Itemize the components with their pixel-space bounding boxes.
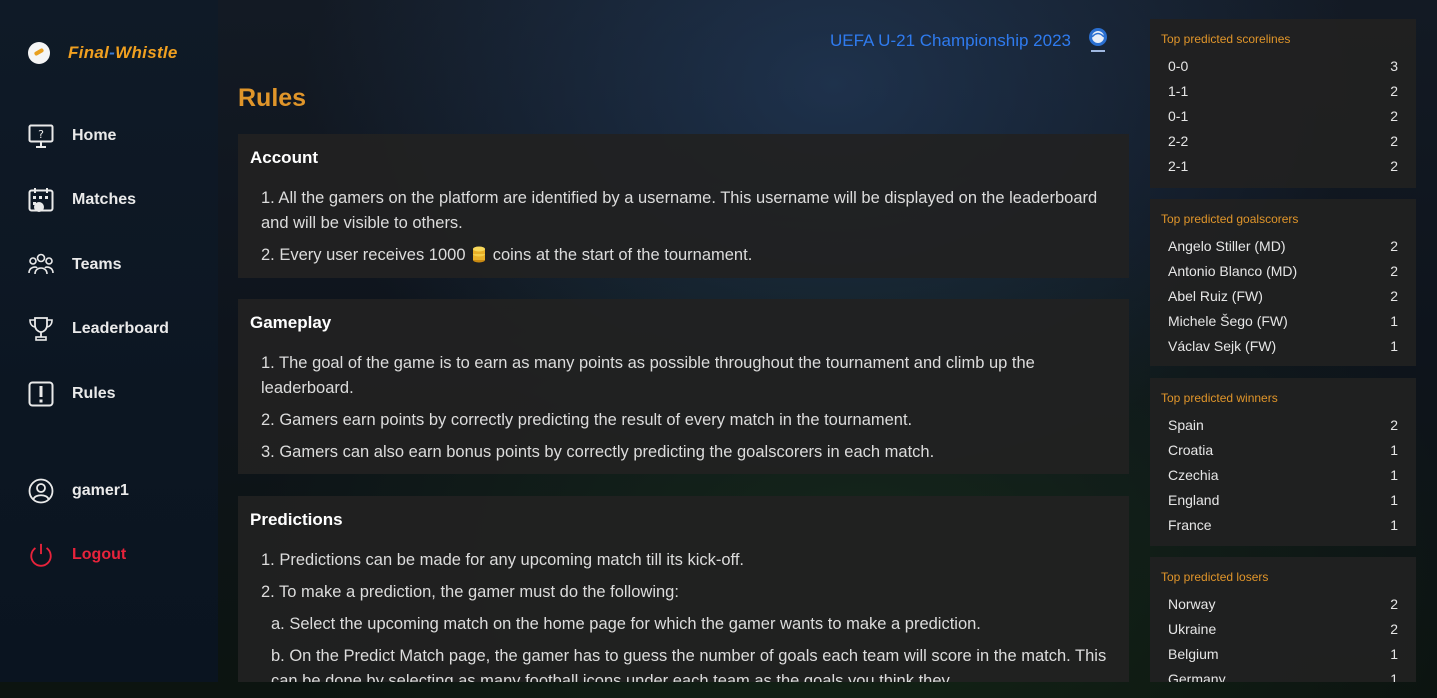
section-title: Predictions	[250, 510, 343, 529]
user-circle-icon	[28, 478, 54, 504]
section-predictions: Predictions 1. Predictions can be made f…	[238, 496, 1129, 682]
panel-top-goalscorers: Top predicted goalscorers Angelo Stiller…	[1150, 199, 1416, 366]
section-account: Account 1. All the gamers on the platfor…	[238, 134, 1129, 278]
panel-title: Top predicted losers	[1161, 570, 1269, 584]
nav-item-home[interactable]: ? Home	[28, 123, 116, 149]
nav-label-home: Home	[72, 127, 117, 144]
list-item: Spain 2	[1168, 417, 1398, 433]
nav-label-logout: Logout	[72, 546, 127, 563]
list-item: 1. Predictions can be made for any upcom…	[261, 551, 744, 569]
panel-top-losers: Top predicted losers Norway 2 Ukraine 2 Be…	[1150, 557, 1416, 682]
list-item: Abel Ruiz (FW) 2	[1168, 288, 1398, 304]
list-item: 2-1 2	[1168, 158, 1398, 174]
nav-label-teams: Teams	[72, 256, 122, 273]
list-item: 3. Gamers can also earn bonus points by …	[261, 443, 935, 461]
section-title: Account	[250, 148, 318, 167]
list-item: 2. Gamers earn points by correctly predi…	[261, 411, 913, 429]
list-item: 2-2 2	[1168, 133, 1398, 149]
sidebar: Final-Whistle ? Home Matches Teams Leade…	[0, 0, 218, 682]
rules-list: 1. The goal of the game is to earn as ma…	[250, 351, 1117, 465]
list-item: England 1	[1168, 492, 1398, 508]
list-item: 0-0 3	[1168, 58, 1398, 74]
tournament-title[interactable]: UEFA U-21 Championship 2023	[830, 31, 1071, 51]
whistle-icon	[28, 42, 50, 64]
nav-label-matches: Matches	[72, 191, 137, 208]
list-item: b. On the Predict Match page, the gamer …	[271, 647, 1107, 682]
nav-item-matches[interactable]: Matches	[28, 187, 136, 213]
list-item: Norway 2	[1168, 596, 1398, 612]
list-item: 1-1 2	[1168, 83, 1398, 99]
section-gameplay: Gameplay 1. The goal of the game is to e…	[238, 299, 1129, 474]
list-item: Croatia 1	[1168, 442, 1398, 458]
page-title: Rules	[238, 84, 307, 112]
list-item: Germany 1	[1168, 671, 1398, 682]
nav-label-user: gamer1	[72, 482, 129, 499]
viewport: Final-Whistle ? Home Matches Teams Leade…	[0, 0, 1437, 682]
list-item: 2. Every user receives 1000 coins at the…	[261, 245, 753, 264]
list-item: Václav Sejk (FW) 1	[1168, 338, 1398, 354]
list-item: Ukraine 2	[1168, 621, 1398, 637]
list-item: 1. The goal of the game is to earn as ma…	[261, 354, 1035, 397]
exclamation-box-icon	[28, 381, 54, 407]
list-item: Michele Šego (FW) 1	[1168, 313, 1398, 329]
list-item: Czechia 1	[1168, 467, 1398, 483]
nav-item-leaderboard[interactable]: Leaderboard	[28, 316, 169, 342]
people-group-icon	[28, 252, 54, 278]
brand-logo-link[interactable]: Final-Whistle	[28, 42, 178, 64]
panel-title: Top predicted scorelines	[1161, 32, 1291, 46]
nav-item-rules[interactable]: Rules	[28, 381, 116, 407]
section-title: Gameplay	[250, 313, 332, 332]
power-icon	[28, 542, 54, 568]
list-item: Antonio Blanco (MD) 2	[1168, 263, 1398, 279]
nav-label-leaderboard: Leaderboard	[72, 320, 169, 337]
list-item: Angelo Stiller (MD) 2	[1168, 238, 1398, 254]
nav-item-teams[interactable]: Teams	[28, 252, 122, 278]
nav-item-user[interactable]: gamer1	[28, 478, 129, 504]
list-item: a. Select the upcoming match on the home…	[271, 615, 981, 633]
uefa-logo-icon	[1087, 26, 1109, 56]
trophy-icon	[28, 316, 54, 342]
monitor-question-icon: ?	[28, 123, 54, 149]
list-item: Belgium 1	[1168, 646, 1398, 662]
list-item: France 1	[1168, 517, 1398, 533]
coins-icon	[472, 245, 486, 263]
panel-top-winners: Top predicted winners Spain 2 Croatia 1 Cz…	[1150, 378, 1416, 546]
logout-button[interactable]: Logout	[28, 542, 126, 568]
calendar-icon	[28, 187, 54, 213]
panel-top-scorelines: Top predicted scorelines 0-0 3 1-1 2 0-1 2 …	[1150, 19, 1416, 188]
panel-title: Top predicted winners	[1161, 391, 1278, 405]
svg-text:?: ?	[38, 128, 44, 141]
tournament-header: UEFA U-21 Championship 2023	[830, 26, 1109, 56]
list-item: 2. To make a prediction, the gamer must …	[261, 583, 679, 601]
brand-name: Final-Whistle	[68, 43, 178, 62]
panel-title: Top predicted goalscorers	[1161, 212, 1299, 226]
rules-list: 1. All the gamers on the platform are id…	[250, 186, 1117, 268]
list-item: 0-1 2	[1168, 108, 1398, 124]
nav-label-rules: Rules	[72, 385, 116, 402]
list-item: 1. All the gamers on the platform are id…	[261, 189, 1098, 232]
rules-list: 1. Predictions can be made for any upcom…	[250, 548, 1117, 682]
